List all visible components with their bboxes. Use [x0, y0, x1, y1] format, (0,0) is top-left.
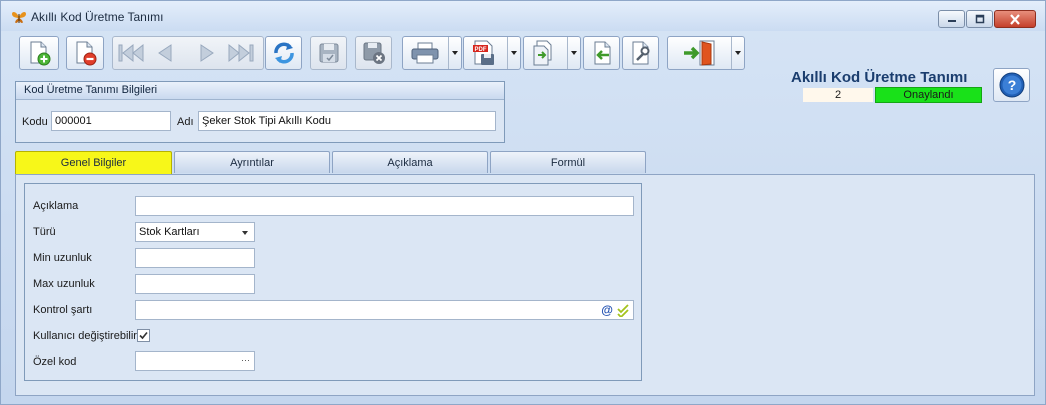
import-button[interactable]: [583, 36, 620, 70]
control-condition-field[interactable]: @: [135, 300, 634, 320]
butterfly-icon: [11, 9, 27, 25]
export-icon: [533, 40, 552, 66]
tab-formula[interactable]: Formül: [490, 151, 646, 173]
exit-dropdown[interactable]: [731, 37, 744, 69]
print-button[interactable]: [402, 36, 462, 70]
type-select-value: Stok Kartları: [139, 226, 200, 238]
tab-general-info[interactable]: Genel Bilgiler: [15, 151, 172, 175]
tab-details[interactable]: Ayrıntılar: [174, 151, 330, 173]
app-window: Akıllı Kod Üretme Tanımı PDF Akıllı Kod …: [0, 0, 1046, 405]
svg-text:?: ?: [1008, 77, 1017, 93]
special-code-field[interactable]: ···: [135, 351, 255, 371]
description-field[interactable]: [135, 196, 634, 216]
close-button[interactable]: [994, 10, 1036, 28]
type-select[interactable]: Stok Kartları: [135, 222, 255, 242]
max-length-label: Max uzunluk: [33, 278, 95, 290]
refresh-button[interactable]: [265, 36, 302, 70]
help-icon: ?: [999, 72, 1025, 98]
print-dropdown[interactable]: [448, 37, 461, 69]
pdf-icon: PDF: [473, 40, 494, 65]
checkmark-icon: [139, 331, 148, 340]
printer-icon: [411, 42, 439, 64]
chevron-down-icon: [242, 231, 248, 235]
control-condition-label: Kontrol şartı: [33, 304, 93, 316]
tab-content: Açıklama Türü Stok Kartları Min uzunluk …: [15, 174, 1035, 396]
save-icon: [319, 43, 338, 63]
minimize-icon: [947, 20, 956, 22]
settings-button[interactable]: [622, 36, 659, 70]
check-icon[interactable]: [617, 304, 630, 317]
help-button[interactable]: ?: [993, 68, 1030, 102]
minimize-button[interactable]: [938, 10, 965, 28]
name-field[interactable]: Şeker Stok Tipi Akıllı Kodu: [198, 111, 496, 131]
code-definition-info-group: Kod Üretme Tanımı Bilgileri Kodu 000001 …: [15, 81, 505, 143]
export-dropdown[interactable]: [567, 37, 580, 69]
type-label: Türü: [33, 226, 56, 238]
min-length-field[interactable]: [135, 248, 255, 268]
title-bar[interactable]: Akıllı Kod Üretme Tanımı: [1, 1, 1045, 31]
group-title: Kod Üretme Tanımı Bilgileri: [16, 82, 504, 100]
next-icon: [200, 44, 214, 62]
name-label: Adı: [177, 116, 194, 128]
last-icon: [228, 43, 254, 63]
code-field[interactable]: 000001: [51, 111, 171, 131]
special-code-label: Özel kod: [33, 356, 77, 368]
previous-icon: [158, 44, 172, 62]
description-label: Açıklama: [33, 200, 79, 212]
close-icon: [1010, 14, 1020, 25]
max-length-field[interactable]: [135, 274, 255, 294]
user-editable-checkbox[interactable]: [137, 329, 150, 342]
svg-text:PDF: PDF: [475, 47, 487, 53]
wrench-document-icon: [632, 41, 649, 65]
pdf-export-button[interactable]: PDF: [463, 36, 521, 70]
tab-description[interactable]: Açıklama: [332, 151, 488, 173]
new-document-icon: [30, 41, 51, 66]
export-button[interactable]: [523, 36, 581, 70]
record-number: 2: [803, 88, 873, 102]
user-editable-label: Kullanıcı değiştirebilir: [33, 330, 137, 342]
min-length-label: Min uzunluk: [33, 252, 92, 264]
status-badge: Onaylandı: [875, 87, 982, 103]
maximize-icon: [975, 14, 984, 24]
navigation-group: [112, 36, 264, 70]
maximize-button[interactable]: [966, 10, 993, 28]
refresh-icon: [273, 42, 294, 64]
at-sign-icon[interactable]: @: [601, 301, 613, 319]
new-record-button[interactable]: [19, 36, 59, 70]
save-close-icon: [363, 42, 385, 64]
window-title: Akıllı Kod Üretme Tanımı: [31, 10, 164, 24]
save-button[interactable]: [310, 36, 347, 70]
save-close-button[interactable]: [355, 36, 392, 70]
ellipsis-icon[interactable]: ···: [241, 352, 250, 369]
exit-button[interactable]: [667, 36, 745, 70]
import-icon: [594, 41, 610, 65]
pdf-dropdown[interactable]: [507, 37, 520, 69]
exit-door-icon: [684, 40, 715, 66]
delete-record-button[interactable]: [66, 36, 104, 70]
general-info-panel: Açıklama Türü Stok Kartları Min uzunluk …: [24, 183, 642, 381]
form-title: Akıllı Kod Üretme Tanımı: [791, 69, 968, 86]
code-label: Kodu: [22, 116, 48, 128]
first-icon: [118, 43, 144, 63]
toolbar: PDF Akıllı Kod Üretme Tanımı 2 Onaylandı…: [1, 31, 1045, 103]
delete-document-icon: [76, 41, 97, 66]
